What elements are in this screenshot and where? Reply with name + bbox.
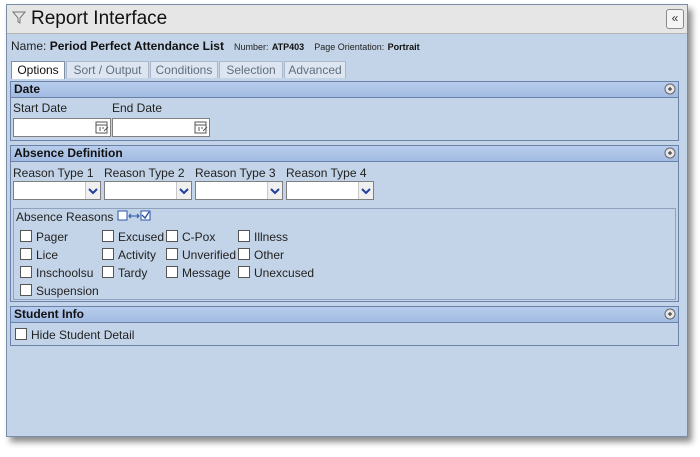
dropdown-arrow[interactable] xyxy=(267,182,282,199)
name-label: Name: xyxy=(11,39,47,53)
start-date-input[interactable] xyxy=(13,118,111,137)
checkbox[interactable] xyxy=(102,266,114,278)
reason-label: Tardy xyxy=(118,266,148,280)
reason-type-3-label: Reason Type 3 xyxy=(195,166,276,180)
section-toggle-icon[interactable] xyxy=(664,308,676,320)
section-toggle-icon[interactable] xyxy=(664,147,676,159)
dropdown-arrow[interactable] xyxy=(176,182,191,199)
reason-type-2-select[interactable] xyxy=(104,181,192,200)
reason-label: Suspension xyxy=(36,284,99,298)
reason-illness[interactable]: Illness xyxy=(238,230,288,244)
tab-advanced[interactable]: Advanced xyxy=(284,61,346,78)
absence-section-title: Absence Definition xyxy=(14,146,123,160)
tab-options[interactable]: Options xyxy=(11,61,65,79)
reason-tardy[interactable]: Tardy xyxy=(102,266,147,280)
checkbox[interactable] xyxy=(166,230,178,242)
filter-icon xyxy=(12,11,26,24)
page-orientation: Portrait xyxy=(387,42,420,52)
reason-unexcused[interactable]: Unexcused xyxy=(238,266,314,280)
reason-label: Illness xyxy=(254,230,289,244)
absence-reasons-title: Absence Reasons xyxy=(16,210,114,224)
reason-label: Excused xyxy=(118,230,165,244)
calendar-icon[interactable] xyxy=(194,120,208,134)
checkbox[interactable] xyxy=(238,266,250,278)
reason-label: Message xyxy=(182,266,231,280)
reason-label: Other xyxy=(254,248,285,262)
checkbox[interactable] xyxy=(238,248,250,260)
report-name: Period Perfect Attendance List xyxy=(49,39,224,53)
reason-label: Pager xyxy=(36,230,69,244)
checkbox[interactable] xyxy=(15,328,27,340)
checkbox[interactable] xyxy=(166,248,178,260)
reason-type-1-select[interactable] xyxy=(13,181,101,200)
absence-reasons-group: Absence Reasons Pager Excused C-Pox Illn… xyxy=(13,208,676,300)
reason-pager[interactable]: Pager xyxy=(20,230,68,244)
collapse-button[interactable]: « xyxy=(666,9,684,29)
absence-section-header: Absence Definition xyxy=(11,146,678,162)
dropdown-arrow[interactable] xyxy=(358,182,373,199)
number-label: Number: xyxy=(233,42,269,52)
calendar-icon[interactable] xyxy=(95,120,109,134)
reason-type-2-label: Reason Type 2 xyxy=(104,166,185,180)
reason-type-4-label: Reason Type 4 xyxy=(286,166,367,180)
reason-excused[interactable]: Excused xyxy=(102,230,164,244)
date-section-header: Date xyxy=(11,82,678,98)
date-section: Date Start Date End Date xyxy=(10,81,679,141)
tab-selection[interactable]: Selection xyxy=(219,61,283,78)
reason-message[interactable]: Message xyxy=(166,266,231,280)
checkbox[interactable] xyxy=(20,266,32,278)
hide-student-detail-label: Hide Student Detail xyxy=(31,328,135,342)
reason-label: Lice xyxy=(36,248,59,262)
orientation-label: Page Orientation: xyxy=(314,42,385,52)
toggle-all-icon[interactable] xyxy=(117,209,157,223)
reason-activity[interactable]: Activity xyxy=(102,248,156,262)
report-info-bar: Name: Period Perfect Attendance List Num… xyxy=(11,39,420,53)
reason-label: Unexcused xyxy=(254,266,315,280)
student-info-section: Student Info Hide Student Detail xyxy=(10,306,679,346)
reason-label: Unverified xyxy=(182,248,237,262)
reason-unverified[interactable]: Unverified xyxy=(166,248,236,262)
reason-label: Inschoolsu xyxy=(36,266,94,280)
tab-conditions[interactable]: Conditions xyxy=(150,61,218,78)
reason-type-1-label: Reason Type 1 xyxy=(13,166,94,180)
checkbox[interactable] xyxy=(102,248,114,260)
checkbox[interactable] xyxy=(238,230,250,242)
date-section-title: Date xyxy=(14,82,41,96)
title-bar: Report Interface « xyxy=(7,5,687,34)
chevron-down-icon xyxy=(361,188,371,195)
reason-type-3-select[interactable] xyxy=(195,181,283,200)
reason-label: C-Pox xyxy=(182,230,216,244)
report-number: ATP403 xyxy=(271,42,305,52)
tab-sort-output[interactable]: Sort / Output xyxy=(66,61,149,78)
reason-type-4-select[interactable] xyxy=(286,181,374,200)
end-date-input[interactable] xyxy=(112,118,210,137)
hide-student-detail[interactable]: Hide Student Detail xyxy=(15,328,134,342)
absence-reasons-label: Absence Reasons xyxy=(16,209,157,224)
checkbox[interactable] xyxy=(20,248,32,260)
reason-label: Activity xyxy=(118,248,157,262)
checkbox[interactable] xyxy=(20,230,32,242)
student-section-title: Student Info xyxy=(14,307,84,321)
report-interface-window: Report Interface « Name: Period Perfect … xyxy=(6,4,688,437)
checkbox[interactable] xyxy=(20,284,32,296)
chevron-down-icon xyxy=(179,188,189,195)
reason-inschoolsu[interactable]: Inschoolsu xyxy=(20,266,93,280)
end-date-label: End Date xyxy=(112,101,163,115)
chevron-down-icon xyxy=(270,188,280,195)
reason-c-pox[interactable]: C-Pox xyxy=(166,230,215,244)
checkbox[interactable] xyxy=(166,266,178,278)
reason-lice[interactable]: Lice xyxy=(20,248,58,262)
dropdown-arrow[interactable] xyxy=(85,182,100,199)
student-section-header: Student Info xyxy=(11,307,678,323)
window-title: Report Interface xyxy=(31,8,168,29)
section-toggle-icon[interactable] xyxy=(664,83,676,95)
checkbox[interactable] xyxy=(102,230,114,242)
absence-definition-section: Absence Definition Reason Type 1 Reason … xyxy=(10,145,679,302)
reason-suspension[interactable]: Suspension xyxy=(20,284,99,298)
reason-other[interactable]: Other xyxy=(238,248,284,262)
chevron-down-icon xyxy=(88,188,98,195)
start-date-label: Start Date xyxy=(13,101,68,115)
